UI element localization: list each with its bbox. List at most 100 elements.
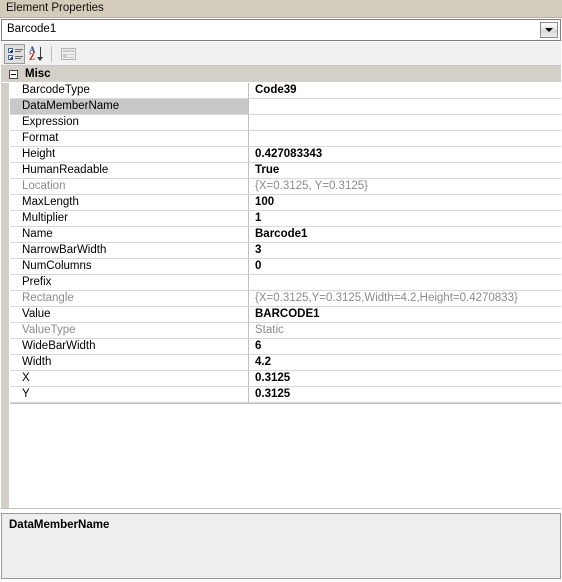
property-value-label: 1 — [255, 212, 262, 224]
sort-alphabetical-icon: A Z — [28, 46, 46, 62]
property-name-label: Name — [22, 228, 53, 240]
property-name-label: NumColumns — [22, 260, 92, 272]
property-name-cell[interactable]: Name — [10, 227, 249, 243]
panel-title: Element Properties — [6, 2, 104, 14]
toolbar-separator — [51, 46, 52, 62]
property-name-cell[interactable]: Y — [10, 387, 249, 403]
property-value-cell[interactable] — [249, 275, 561, 291]
property-row[interactable]: BarcodeType Code39 — [10, 83, 561, 99]
property-value-cell[interactable]: 1 — [249, 211, 561, 227]
property-value-cell[interactable]: 0.427083343 — [249, 147, 561, 163]
property-value-label: 6 — [255, 340, 262, 352]
property-value-cell[interactable]: {X=0.3125,Y=0.3125,Width=4.2,Height=0.42… — [249, 291, 561, 307]
property-value-cell[interactable]: {X=0.3125, Y=0.3125} — [249, 179, 561, 195]
property-name-cell[interactable]: ValueType — [10, 323, 249, 339]
property-name-cell[interactable]: BarcodeType — [10, 83, 249, 99]
properties-toolbar: A Z — [1, 42, 561, 66]
property-grid[interactable]: Misc BarcodeType Code39 DataMemberName Expr… — [1, 66, 561, 508]
property-name-cell[interactable]: Expression — [10, 115, 249, 131]
categorized-list-icon — [8, 48, 23, 61]
property-row[interactable]: Prefix — [10, 275, 561, 291]
property-name-label: X — [22, 372, 30, 384]
property-value-cell[interactable]: Barcode1 — [249, 227, 561, 243]
property-value-label: 0.3125 — [255, 372, 291, 384]
property-row[interactable]: Height 0.427083343 — [10, 147, 561, 163]
property-value-cell[interactable]: 0 — [249, 259, 561, 275]
property-name-cell[interactable]: Rectangle — [10, 291, 249, 307]
property-value-cell[interactable]: 0.3125 — [249, 371, 561, 387]
property-name-cell[interactable]: Multiplier — [10, 211, 249, 227]
property-value-cell[interactable]: 4.2 — [249, 355, 561, 371]
description-pane: DataMemberName — [1, 513, 561, 579]
property-row[interactable]: NarrowBarWidth 3 — [10, 243, 561, 259]
collapse-toggle-icon[interactable] — [9, 70, 18, 79]
property-value-label: 0.427083343 — [255, 148, 323, 160]
property-row[interactable]: NumColumns 0 — [10, 259, 561, 275]
property-grid-gutter — [1, 66, 10, 508]
property-value-label: BARCODE1 — [255, 308, 320, 320]
property-row[interactable]: Y 0.3125 — [10, 387, 561, 403]
property-value-label: 0 — [255, 260, 262, 272]
property-name-label: Rectangle — [22, 292, 74, 304]
property-name-cell[interactable]: X — [10, 371, 249, 387]
category-header-misc[interactable]: Misc — [1, 66, 561, 83]
panel-splitter[interactable] — [1, 508, 561, 509]
property-row[interactable]: Multiplier 1 — [10, 211, 561, 227]
property-value-label: 0.3125 — [255, 388, 291, 400]
categorized-view-button[interactable] — [4, 44, 25, 64]
property-name-cell[interactable]: MaxLength — [10, 195, 249, 211]
property-row[interactable]: WideBarWidth 6 — [10, 339, 561, 355]
property-name-cell[interactable]: Prefix — [10, 275, 249, 291]
property-value-label: Code39 — [255, 84, 297, 96]
property-name-label: ValueType — [22, 324, 76, 336]
object-selector-combobox[interactable]: Barcode1 — [1, 19, 561, 41]
property-row[interactable]: Width 4.2 — [10, 355, 561, 371]
property-row[interactable]: HumanReadable True — [10, 163, 561, 179]
property-row[interactable]: MaxLength 100 — [10, 195, 561, 211]
property-value-label: {X=0.3125,Y=0.3125,Width=4.2,Height=0.42… — [255, 292, 518, 304]
property-row[interactable]: Value BARCODE1 — [10, 307, 561, 323]
property-value-cell[interactable]: Code39 — [249, 83, 561, 99]
property-row[interactable]: Name Barcode1 — [10, 227, 561, 243]
property-name-cell[interactable]: Location — [10, 179, 249, 195]
property-name-label: DataMemberName — [22, 100, 120, 112]
property-value-cell[interactable]: True — [249, 163, 561, 179]
property-name-cell[interactable]: Format — [10, 131, 249, 147]
property-name-cell[interactable]: Width — [10, 355, 249, 371]
property-value-label: 4.2 — [255, 356, 271, 368]
property-value-label: 100 — [255, 196, 275, 208]
property-row[interactable]: X 0.3125 — [10, 371, 561, 387]
property-value-cell[interactable] — [249, 131, 561, 147]
property-pages-button — [58, 44, 79, 64]
object-selector-dropdown-button[interactable] — [540, 22, 558, 38]
property-row[interactable]: Format — [10, 131, 561, 147]
property-name-cell[interactable]: WideBarWidth — [10, 339, 249, 355]
grid-bottom-border — [10, 403, 561, 404]
property-name-cell[interactable]: Height — [10, 147, 249, 163]
property-value-label: 3 — [255, 244, 262, 256]
property-row[interactable]: DataMemberName — [10, 99, 561, 115]
property-name-cell[interactable]: NarrowBarWidth — [10, 243, 249, 259]
property-value-cell[interactable]: 6 — [249, 339, 561, 355]
property-name-cell[interactable]: DataMemberName — [10, 99, 249, 115]
property-value-cell[interactable]: BARCODE1 — [249, 307, 561, 323]
category-label: Misc — [25, 68, 51, 80]
property-value-cell[interactable]: 0.3125 — [249, 387, 561, 403]
property-value-cell[interactable]: 100 — [249, 195, 561, 211]
property-name-label: Height — [22, 148, 56, 160]
property-name-cell[interactable]: Value — [10, 307, 249, 323]
property-name-cell[interactable]: NumColumns — [10, 259, 249, 275]
property-row[interactable]: ValueType Static — [10, 323, 561, 339]
alphabetical-view-button[interactable]: A Z — [28, 44, 49, 64]
property-value-cell[interactable] — [249, 115, 561, 131]
property-row[interactable]: Location {X=0.3125, Y=0.3125} — [10, 179, 561, 195]
property-value-cell[interactable] — [249, 99, 561, 115]
object-selector-value: Barcode1 — [7, 23, 57, 35]
property-name-cell[interactable]: HumanReadable — [10, 163, 249, 179]
property-row[interactable]: Rectangle {X=0.3125,Y=0.3125,Width=4.2,He… — [10, 291, 561, 307]
property-name-label: Expression — [22, 116, 79, 128]
property-value-cell[interactable]: 3 — [249, 243, 561, 259]
property-value-cell[interactable]: Static — [249, 323, 561, 339]
property-row[interactable]: Expression — [10, 115, 561, 131]
property-value-label: Static — [255, 324, 284, 336]
